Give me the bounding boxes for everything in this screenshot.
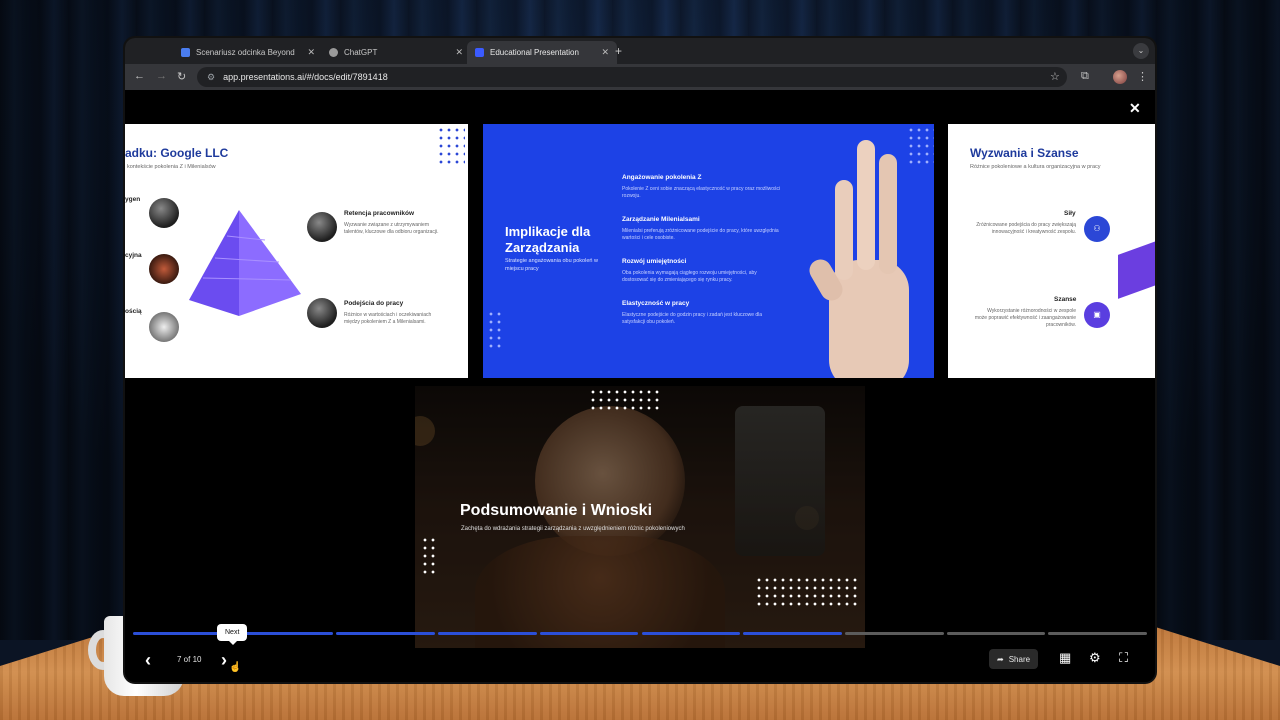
photo-circle xyxy=(149,198,179,228)
cube-graphic xyxy=(1118,233,1155,299)
reload-icon[interactable]: ↻ xyxy=(177,70,186,83)
tab-chatgpt[interactable]: ChatGPT ✕ xyxy=(321,41,471,64)
browser-tab-bar: Scenariusz odcinka Beyond ✕ ChatGPT ✕ Ed… xyxy=(125,38,1155,64)
progress-segment[interactable] xyxy=(946,632,1046,635)
mouse-cursor-icon: ☝ xyxy=(229,662,242,673)
progress-segment[interactable] xyxy=(743,632,842,635)
decorative-dots xyxy=(437,126,465,166)
address-bar[interactable]: ⚙ app.presentations.ai/#/docs/edit/78914… xyxy=(197,67,1067,87)
strength-icon: ⚇ xyxy=(1084,216,1110,242)
slide-subtitle: Zachęta do wdrażania strategii zarządzan… xyxy=(461,526,685,532)
profile-avatar[interactable] xyxy=(1113,70,1127,84)
close-icon[interactable]: ✕ xyxy=(307,47,315,58)
next-tooltip: Next xyxy=(217,624,248,645)
presentation-stage: ✕ adku: Google LLC kontekście pokolenia … xyxy=(125,90,1155,682)
close-icon[interactable]: ✕ xyxy=(1129,100,1141,117)
slide-thumbnail-previous[interactable]: adku: Google LLC kontekście pokolenia Z … xyxy=(125,124,468,378)
slide-title: Podsumowanie i Wnioski xyxy=(460,502,653,519)
progress-segment[interactable] xyxy=(336,632,436,635)
site-info-icon[interactable]: ⚙ xyxy=(207,72,215,83)
progress-segment[interactable] xyxy=(641,632,741,635)
new-tab-button[interactable]: + xyxy=(615,44,622,58)
hand-photo xyxy=(809,140,909,378)
decorative-dots xyxy=(487,310,503,350)
decorative-dots xyxy=(755,576,859,610)
browser-toolbar: ← → ↻ ⚙ app.presentations.ai/#/docs/edit… xyxy=(125,64,1155,90)
url-text: app.presentations.ai/#/docs/edit/7891418 xyxy=(223,72,388,82)
progress-segment[interactable] xyxy=(539,632,639,635)
bookmark-star-icon[interactable]: ☆ xyxy=(1050,70,1060,83)
progress-segment[interactable] xyxy=(438,632,537,635)
fullscreen-icon[interactable]: ⛶ xyxy=(1119,650,1128,666)
current-slide-preview: Podsumowanie i Wnioski Zachęta do wdraża… xyxy=(415,386,865,648)
slide-title: Wyzwania i Szanse xyxy=(970,146,1079,160)
slide-subtitle: Różnice pokoleniowe a kultura organizacy… xyxy=(970,164,1101,170)
pyramid-graphic xyxy=(189,210,301,316)
photo-circle xyxy=(149,312,179,342)
slide-subtitle: Strategie angażowania obu pokoleń w miej… xyxy=(505,258,598,272)
progress-segment[interactable] xyxy=(844,632,944,635)
decorative-dots xyxy=(421,536,435,576)
chatgpt-icon xyxy=(329,48,338,57)
tab-search-button[interactable]: ⌄ xyxy=(1133,43,1149,59)
close-icon[interactable]: ✕ xyxy=(601,47,609,58)
photo-circle xyxy=(149,254,179,284)
photo-circle xyxy=(307,212,337,242)
tab-educational-presentation[interactable]: Educational Presentation ✕ xyxy=(467,41,617,64)
progress-segment[interactable] xyxy=(234,632,334,635)
next-slide-button[interactable]: › xyxy=(221,650,227,671)
decorative-dots xyxy=(589,388,659,414)
slide-title: adku: Google LLC xyxy=(125,146,229,160)
slide-subtitle: kontekście pokolenia Z i Milenialsów xyxy=(127,164,216,170)
laptop-screen: Scenariusz odcinka Beyond ✕ ChatGPT ✕ Ed… xyxy=(125,38,1155,682)
grid-view-icon[interactable]: ▦ xyxy=(1059,650,1071,666)
presentations-icon xyxy=(475,48,484,57)
extensions-icon[interactable]: ⧉ xyxy=(1081,70,1089,83)
back-arrow-icon[interactable]: ← xyxy=(134,70,145,82)
share-icon: ➦ xyxy=(997,654,1004,664)
progress-segment[interactable] xyxy=(1048,632,1147,635)
more-menu-icon[interactable]: ⋮ xyxy=(1137,70,1148,83)
settings-gear-icon[interactable]: ⚙ xyxy=(1089,650,1101,666)
share-button[interactable]: ➦ Share xyxy=(989,649,1039,669)
previous-slide-button[interactable]: ‹ xyxy=(145,650,151,671)
docs-icon xyxy=(181,48,190,57)
slide-thumbnail-next[interactable]: Wyzwania i Szanse Różnice pokoleniowe a … xyxy=(948,124,1155,378)
photo-circle xyxy=(307,298,337,328)
forward-arrow-icon[interactable]: → xyxy=(156,70,167,82)
slide-title: Implikacje dla Zarządzania xyxy=(505,224,591,256)
page-indicator: 7 of 10 xyxy=(177,655,202,664)
tab-scenariusz[interactable]: Scenariusz odcinka Beyond ✕ xyxy=(173,41,323,64)
close-icon[interactable]: ✕ xyxy=(455,47,463,58)
slide-thumbnail-current[interactable]: Implikacje dla Zarządzania Strategie ang… xyxy=(483,124,934,378)
opportunity-icon: ▣ xyxy=(1084,302,1110,328)
